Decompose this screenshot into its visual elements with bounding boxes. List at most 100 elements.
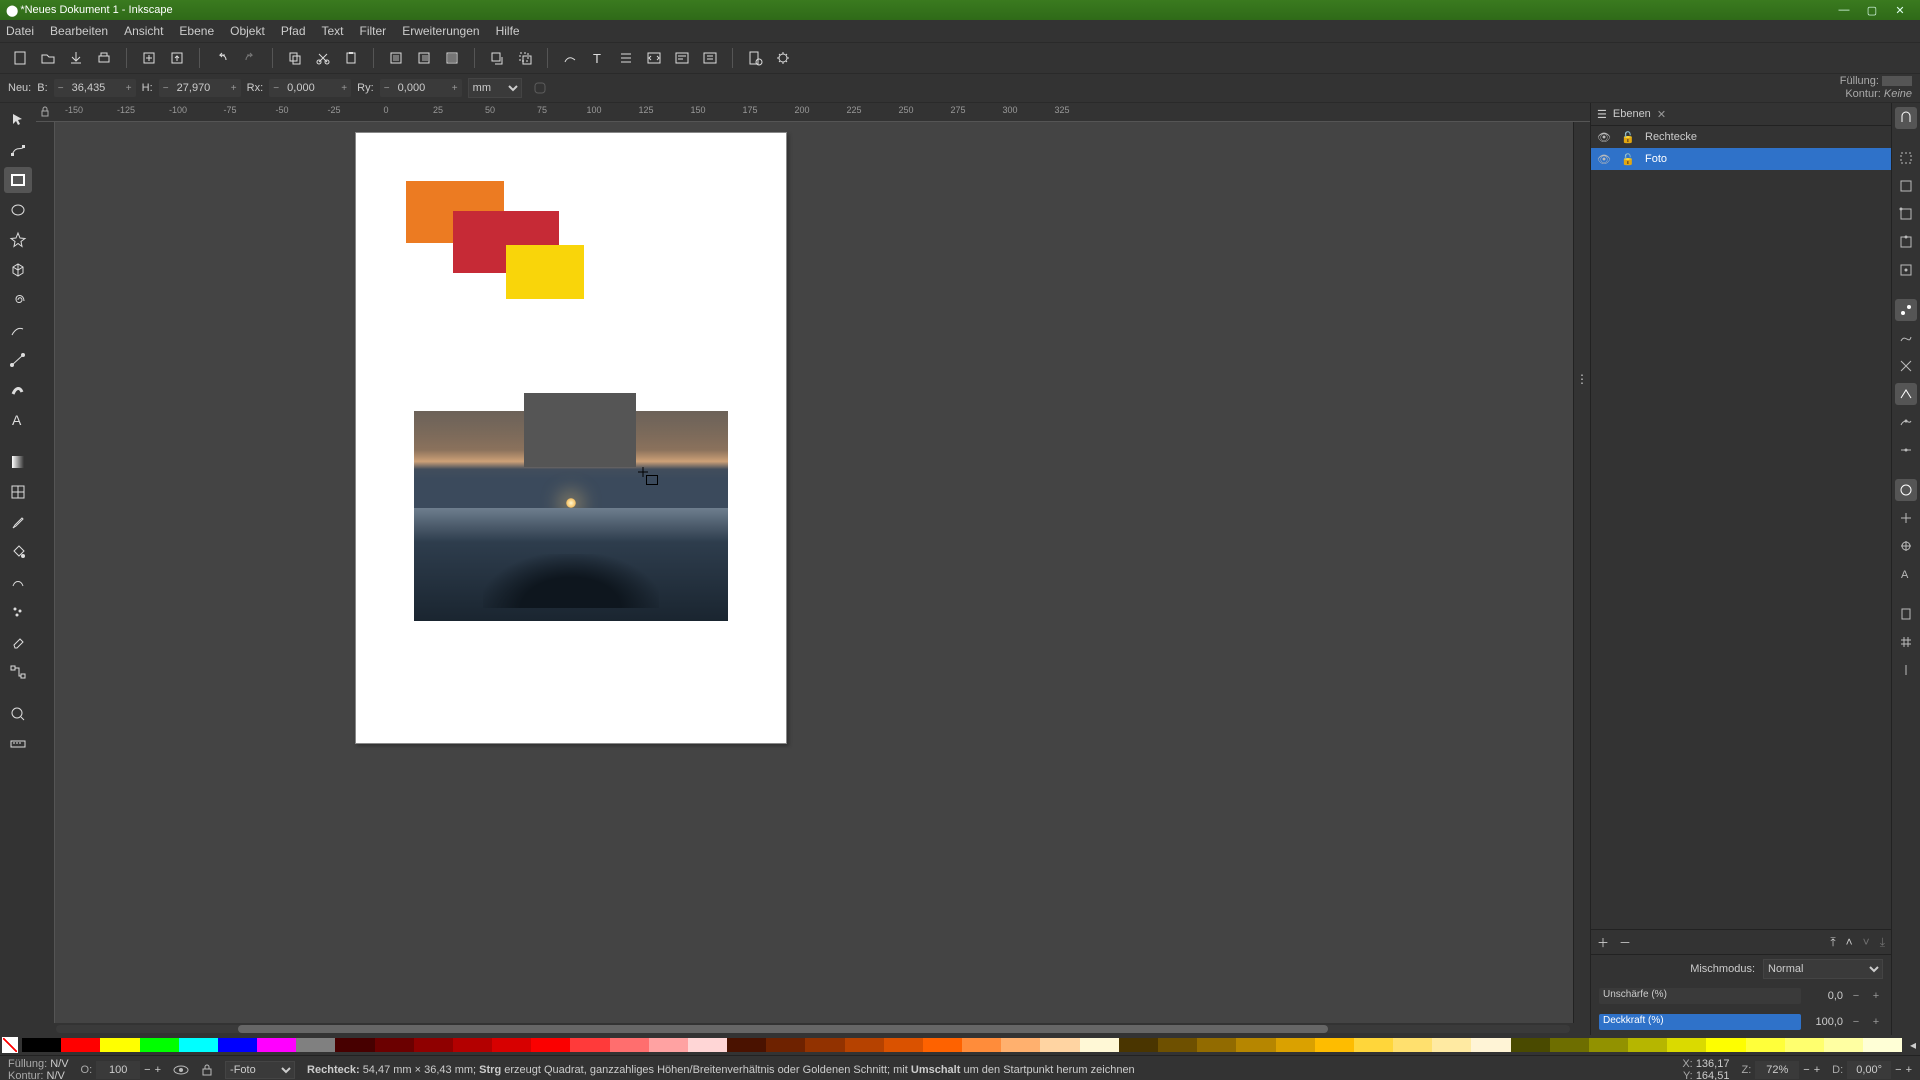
clone-button[interactable] — [513, 46, 537, 70]
palette-swatch[interactable] — [1589, 1038, 1628, 1052]
palette-swatch[interactable] — [570, 1038, 609, 1052]
zoom-fit-selection-button[interactable] — [384, 46, 408, 70]
unit-select[interactable]: mm — [468, 78, 522, 98]
ruler-vertical[interactable] — [36, 122, 55, 1023]
palette-swatch[interactable] — [845, 1038, 884, 1052]
rectangle-tool[interactable] — [4, 167, 32, 193]
palette-swatch[interactable] — [1315, 1038, 1354, 1052]
opacity-increment[interactable]: + — [1869, 1016, 1883, 1028]
palette-swatch[interactable] — [1628, 1038, 1667, 1052]
calligraphy-tool[interactable] — [4, 377, 32, 403]
height-decrement[interactable]: − — [159, 79, 173, 97]
cut-button[interactable] — [311, 46, 335, 70]
palette-swatch[interactable] — [140, 1038, 179, 1052]
menu-filter[interactable]: Filter — [360, 24, 387, 38]
palette-swatch[interactable] — [1393, 1038, 1432, 1052]
layer-lock-icon[interactable]: 🔓 — [1621, 131, 1635, 144]
palette-swatch[interactable] — [1040, 1038, 1079, 1052]
ry-input[interactable] — [394, 79, 448, 97]
palette-swatch[interactable] — [335, 1038, 374, 1052]
palette-swatch[interactable] — [414, 1038, 453, 1052]
width-increment[interactable]: + — [122, 79, 136, 97]
rx-decrement[interactable]: − — [269, 79, 283, 97]
palette-swatch[interactable] — [1550, 1038, 1589, 1052]
scrollbar-horizontal[interactable] — [36, 1023, 1590, 1035]
canvas-rect[interactable] — [524, 393, 636, 467]
preferences-button[interactable] — [771, 46, 795, 70]
palette-swatch[interactable] — [1197, 1038, 1236, 1052]
ry-decrement[interactable]: − — [380, 79, 394, 97]
palette-swatch[interactable] — [453, 1038, 492, 1052]
connector-tool[interactable] — [4, 659, 32, 685]
layer-row[interactable]: 👁🔓Rechtecke — [1591, 126, 1891, 148]
status-fill-value[interactable]: N/V — [50, 1058, 68, 1070]
palette-none-swatch[interactable] — [2, 1037, 18, 1053]
status-zoom-input[interactable] — [1755, 1061, 1799, 1079]
xml-editor-button[interactable] — [642, 46, 666, 70]
snap-line-mid[interactable] — [1895, 439, 1917, 461]
text-tool[interactable]: A — [4, 407, 32, 433]
palette-swatch[interactable] — [531, 1038, 570, 1052]
palette-swatch[interactable] — [805, 1038, 844, 1052]
gradient-tool[interactable] — [4, 449, 32, 475]
duplicate-button[interactable] — [485, 46, 509, 70]
layer-top-button[interactable]: ⤒ — [1830, 935, 1835, 950]
opacity-decrement[interactable]: − — [1849, 1016, 1863, 1028]
snap-object-center[interactable] — [1895, 507, 1917, 529]
snap-bbox-toggle[interactable] — [1895, 147, 1917, 169]
menu-ansicht[interactable]: Ansicht — [124, 24, 163, 38]
snap-others-toggle[interactable] — [1895, 479, 1917, 501]
status-lock-icon[interactable] — [201, 1064, 213, 1076]
snap-path[interactable] — [1895, 327, 1917, 349]
layer-lock-icon[interactable]: 🔓 — [1621, 153, 1635, 166]
blend-mode-select[interactable]: Normal — [1763, 959, 1883, 979]
rx-increment[interactable]: + — [337, 79, 351, 97]
snap-bbox-corner[interactable] — [1895, 203, 1917, 225]
status-rotation-input[interactable] — [1847, 1061, 1891, 1079]
ruler-horizontal[interactable]: -150-125-100-75-50-250255075100125150175… — [54, 103, 1590, 122]
status-rotation-dec[interactable]: − — [1895, 1064, 1901, 1076]
palette-swatch[interactable] — [962, 1038, 1001, 1052]
edit-nodes-button[interactable] — [558, 46, 582, 70]
save-doc-button[interactable] — [64, 46, 88, 70]
open-doc-button[interactable] — [36, 46, 60, 70]
window-minimize-button[interactable]: — — [1830, 1, 1858, 19]
snap-bbox-center[interactable] — [1895, 259, 1917, 281]
layer-visibility-icon[interactable]: 👁 — [1597, 153, 1611, 166]
print-button[interactable] — [92, 46, 116, 70]
zoom-fit-page-button[interactable] — [440, 46, 464, 70]
palette-swatch[interactable] — [884, 1038, 923, 1052]
import-button[interactable] — [137, 46, 161, 70]
menu-text[interactable]: Text — [322, 24, 344, 38]
palette-swatch[interactable] — [296, 1038, 335, 1052]
copy-button[interactable] — [283, 46, 307, 70]
paste-button[interactable] — [339, 46, 363, 70]
pencil-tool[interactable] — [4, 317, 32, 343]
menu-datei[interactable]: Datei — [6, 24, 34, 38]
snap-cusp-node[interactable] — [1895, 383, 1917, 405]
palette-swatch[interactable] — [100, 1038, 139, 1052]
palette-swatch[interactable] — [61, 1038, 100, 1052]
tweak-tool[interactable] — [4, 569, 32, 595]
palette-swatch[interactable] — [688, 1038, 727, 1052]
palette-swatch[interactable] — [1667, 1038, 1706, 1052]
star-tool[interactable] — [4, 227, 32, 253]
new-doc-button[interactable] — [8, 46, 32, 70]
layer-down-button[interactable]: ˅ — [1863, 935, 1870, 949]
panel-dock-handle[interactable]: ⋮ — [1573, 122, 1590, 1023]
menu-ebene[interactable]: Ebene — [179, 24, 214, 38]
width-input[interactable] — [68, 79, 122, 97]
mesh-tool[interactable] — [4, 479, 32, 505]
palette-swatch[interactable] — [218, 1038, 257, 1052]
layer-up-button[interactable]: ˄ — [1846, 935, 1853, 949]
rx-input[interactable] — [283, 79, 337, 97]
snap-text-baseline[interactable]: A — [1895, 563, 1917, 585]
status-layer-select[interactable]: -Foto — [225, 1061, 295, 1079]
palette-swatch[interactable] — [1001, 1038, 1040, 1052]
status-visibility-icon[interactable] — [173, 1064, 189, 1076]
layer-bottom-button[interactable]: ⤓ — [1880, 935, 1885, 950]
palette-swatch[interactable] — [375, 1038, 414, 1052]
export-button[interactable] — [165, 46, 189, 70]
menu-objekt[interactable]: Objekt — [230, 24, 265, 38]
status-opacity-dec[interactable]: − — [144, 1064, 150, 1076]
